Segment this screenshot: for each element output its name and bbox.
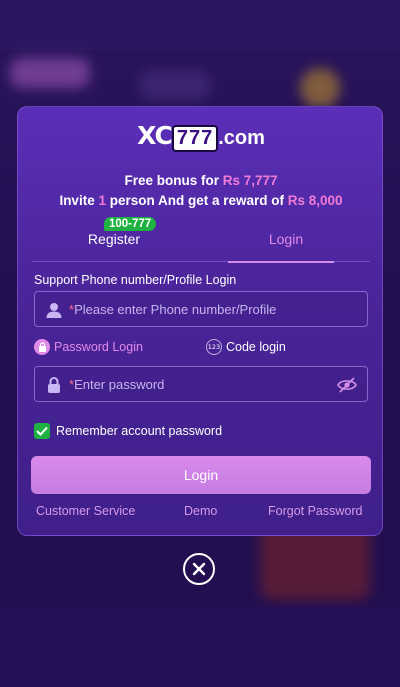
code-icon: 123 — [206, 339, 222, 355]
customer-service-link[interactable]: Customer Service — [36, 504, 135, 518]
phone-placeholder-text: Please enter Phone number/Profile — [74, 302, 277, 317]
promo-reward-amount: Rs 8,000 — [287, 193, 343, 208]
lock-icon — [34, 339, 50, 355]
password-placeholder: *Enter password — [69, 377, 164, 392]
password-login-option[interactable]: Password Login — [34, 339, 143, 355]
close-icon — [192, 562, 206, 576]
promo-text: Free bonus for — [124, 173, 223, 188]
promo-line-2: Invite 1 person And get a reward of Rs 8… — [18, 193, 384, 208]
promo-invite-count: 1 — [98, 193, 106, 208]
lock-icon — [48, 377, 60, 393]
promo-text: Invite — [59, 193, 99, 208]
forgot-password-link[interactable]: Forgot Password — [268, 504, 362, 518]
user-icon — [46, 303, 62, 318]
remember-password[interactable]: Remember account password — [34, 423, 222, 439]
register-bonus-badge: 100-777 — [104, 217, 157, 231]
tab-divider — [32, 261, 370, 262]
password-login-label: Password Login — [54, 340, 143, 354]
login-modal: XC 777 .com Free bonus for Rs 7,777 Invite… — [17, 106, 383, 536]
code-login-option[interactable]: 123 Code login — [206, 339, 286, 355]
remember-checkbox[interactable] — [34, 423, 50, 439]
tab-login[interactable]: Login — [206, 231, 366, 263]
logo-domain: .com — [218, 127, 265, 149]
code-login-label: Code login — [226, 340, 286, 354]
phone-input[interactable]: *Please enter Phone number/Profile — [34, 291, 368, 327]
phone-field-label: Support Phone number/Profile Login — [34, 273, 237, 287]
logo-xc: XC — [137, 121, 173, 150]
brand-logo: XC 777 .com — [18, 121, 384, 153]
eye-off-icon[interactable] — [337, 376, 357, 394]
password-placeholder-text: Enter password — [74, 377, 165, 392]
promo-text: person And get a reward of — [105, 193, 288, 208]
tab-register[interactable]: Register — [34, 231, 194, 261]
logo-777: 777 — [171, 125, 219, 152]
demo-link[interactable]: Demo — [184, 504, 217, 518]
login-button[interactable]: Login — [31, 456, 371, 494]
close-button[interactable] — [183, 553, 215, 585]
promo-bonus-amount: Rs 7,777 — [222, 173, 278, 188]
phone-placeholder: *Please enter Phone number/Profile — [69, 302, 276, 317]
remember-label: Remember account password — [56, 424, 223, 438]
password-input[interactable]: *Enter password — [34, 366, 368, 402]
check-icon — [36, 426, 48, 436]
promo-line-1: Free bonus for Rs 7,777 — [18, 173, 384, 188]
